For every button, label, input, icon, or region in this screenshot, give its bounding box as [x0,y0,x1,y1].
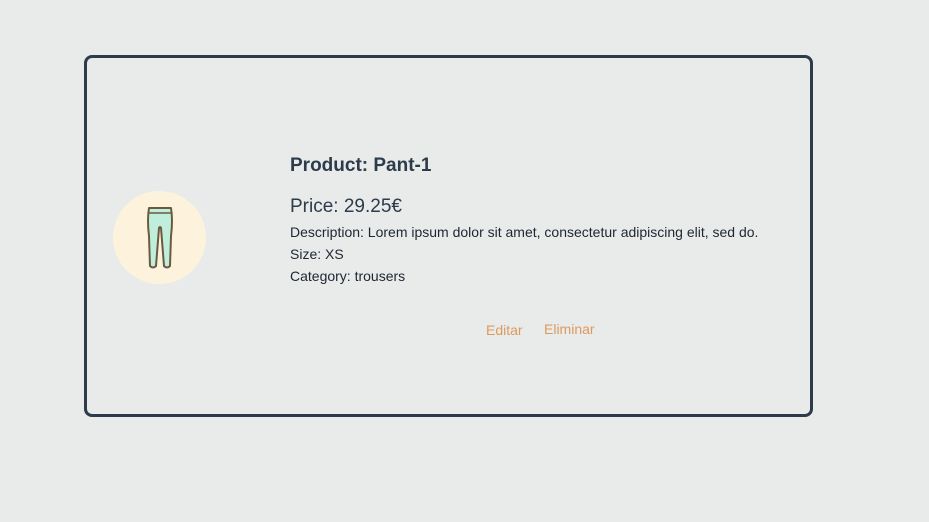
product-price: Price: 29.25€ [290,196,402,217]
delete-button[interactable]: Eliminar [544,321,595,337]
product-avatar [113,191,206,284]
product-size: Size: XS [290,246,344,262]
product-description: Description: Lorem ipsum dolor sit amet,… [290,224,759,240]
pants-icon [146,206,173,268]
product-category: Category: trousers [290,268,406,284]
product-title: Product: Pant-1 [290,155,432,176]
edit-button[interactable]: Editar [486,322,523,338]
